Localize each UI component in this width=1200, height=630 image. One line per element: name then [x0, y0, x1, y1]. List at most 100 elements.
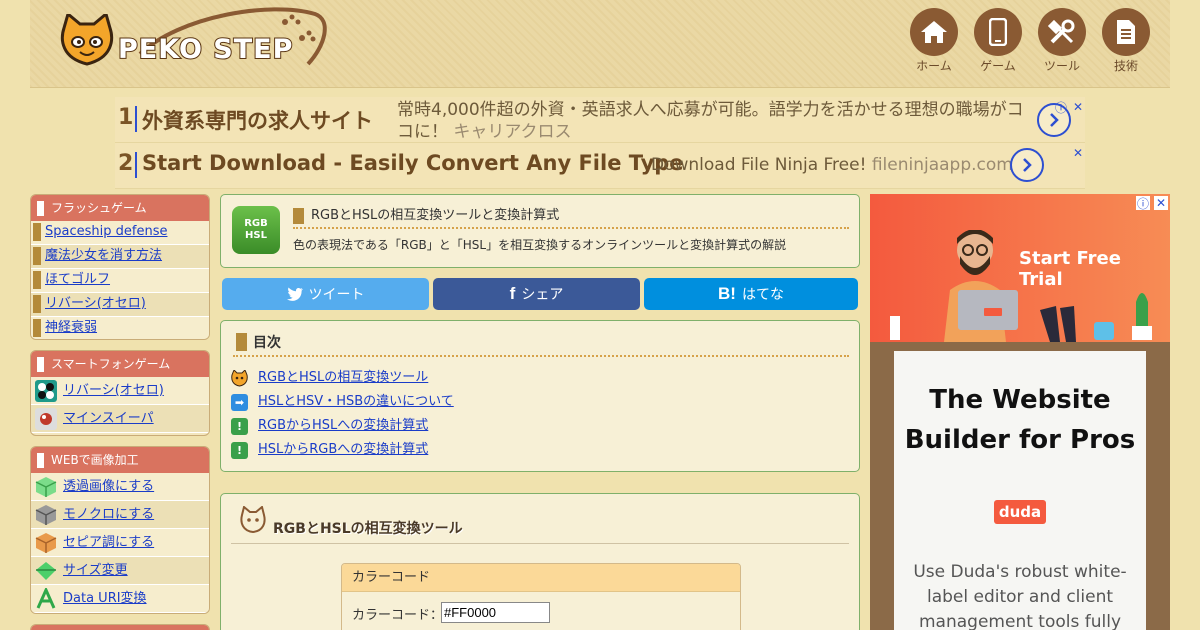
- main-nav: ホーム ゲーム ツール 技術: [910, 8, 1150, 74]
- color-code-input[interactable]: [441, 602, 550, 623]
- toc-title: 目次: [233, 331, 849, 357]
- sidebar-link[interactable]: サイズ変更: [63, 563, 128, 578]
- sidebar-link[interactable]: 神経衰弱: [45, 320, 97, 335]
- sepia-cube-icon: [35, 533, 57, 553]
- ad-divider: [135, 152, 137, 178]
- sidebar-link[interactable]: ほてゴルフ: [45, 272, 110, 287]
- sidebar-item[interactable]: マインスイーパ: [31, 405, 209, 433]
- ad-number: 1: [118, 105, 134, 130]
- ad-row-2[interactable]: 2 Start Download - Easily Convert Any Fi…: [115, 143, 1085, 189]
- hatena-icon: B!: [718, 284, 736, 303]
- ad-close-icon[interactable]: ✕: [1071, 100, 1085, 114]
- ad-number: 2: [118, 151, 134, 176]
- sidebar-item[interactable]: サイズ変更: [31, 557, 209, 585]
- toc-link[interactable]: RGBからHSLへの変換計算式: [258, 418, 428, 433]
- ad-info-icon[interactable]: ⓘ: [1054, 100, 1068, 115]
- color-box-title: カラーコード: [342, 564, 740, 592]
- sidebar-item[interactable]: Spaceship defense: [31, 221, 209, 245]
- ad-choices[interactable]: ⓘ ✕: [1054, 100, 1085, 115]
- toc-link[interactable]: HSLとHSV・HSBの違いについて: [258, 394, 454, 409]
- data-uri-icon: [36, 588, 56, 609]
- sidebar-item[interactable]: 神経衰弱: [31, 317, 209, 339]
- sidebar-link[interactable]: 魔法少女を消す方法: [45, 248, 162, 263]
- twitter-icon: [286, 287, 303, 301]
- section-heading: RGBとHSLの相互変換ツール: [231, 506, 849, 544]
- sidebar-flash-games: フラッシュゲーム Spaceship defense 魔法少女を消す方法 ほてゴ…: [30, 194, 210, 340]
- ad-domain: キャリアクロス: [453, 122, 572, 142]
- toc-item[interactable]: ! HSLからRGBへの変換計算式: [231, 440, 428, 462]
- sidebar-link[interactable]: Spaceship defense: [45, 224, 167, 239]
- sidebar-item[interactable]: リバーシ(オセロ): [31, 377, 209, 405]
- ad-row-1[interactable]: 1 外資系専門の求人サイト 常時4,000件超の外資・英語求人へ応募が可能。語学…: [115, 97, 1085, 143]
- sidebar-item[interactable]: ほてゴルフ: [31, 269, 209, 293]
- nav-label: ゲーム: [980, 59, 1016, 73]
- sidebar-item[interactable]: 魔法少女を消す方法: [31, 245, 209, 269]
- nav-home[interactable]: ホーム: [910, 8, 958, 74]
- toc-link[interactable]: HSLからRGBへの変換計算式: [258, 442, 428, 457]
- chevron-right-icon: [1023, 158, 1032, 172]
- nav-game[interactable]: ゲーム: [974, 8, 1022, 74]
- facebook-share-button[interactable]: f シェア: [433, 278, 640, 310]
- tweet-label: ツイート: [308, 287, 365, 303]
- ad-info-icon[interactable]: ⓘ: [1136, 196, 1150, 211]
- tweet-button[interactable]: ツイート: [222, 278, 429, 310]
- ad-choices[interactable]: ✕: [1071, 146, 1085, 160]
- nav-tools[interactable]: ツール: [1038, 8, 1086, 74]
- toc-item[interactable]: RGBとHSLの相互変換ツール: [231, 368, 428, 390]
- nav-label: ホーム: [916, 59, 952, 73]
- toc-item[interactable]: ➡ HSLとHSV・HSBの違いについて: [231, 392, 454, 414]
- ad-desc-text: Download File Ninja Free!: [651, 155, 867, 175]
- nav-label: 技術: [1113, 59, 1138, 73]
- sidebar-heading: WEBで画像加工: [31, 447, 209, 473]
- site-header: PEKO STEP ホーム ゲーム ツール 技術: [30, 0, 1170, 88]
- sidebar-item[interactable]: Data URI変換: [31, 585, 209, 613]
- color-code-box: カラーコード カラーコード：: [341, 563, 741, 630]
- sidebar-item[interactable]: セピア調にする: [31, 529, 209, 557]
- cat-logo-icon: [60, 14, 114, 66]
- sidebar-link[interactable]: リバーシ(オセロ): [63, 383, 164, 398]
- right-display-ad[interactable]: Start Free Trial The Website Builder for…: [870, 194, 1170, 630]
- reversi-icon: [35, 380, 57, 402]
- arrow-right-icon: ➡: [231, 394, 248, 411]
- nav-tech[interactable]: 技術: [1102, 8, 1150, 74]
- home-icon: [921, 21, 947, 43]
- sidebar-item[interactable]: 透過画像にする: [31, 473, 209, 501]
- tool-section: RGBとHSLの相互変換ツール カラーコード カラーコード：: [220, 493, 860, 630]
- sidebar-link[interactable]: マインスイーパ: [63, 411, 154, 426]
- hatena-bookmark-button[interactable]: B! はてな: [644, 278, 858, 310]
- smartphone-icon: [989, 18, 1007, 46]
- sidebar-item[interactable]: モノクロにする: [31, 501, 209, 529]
- site-logo[interactable]: PEKO STEP: [60, 6, 327, 78]
- cat-face-icon: [231, 370, 248, 387]
- ad-headline: The Website Builder for Pros: [904, 385, 1136, 455]
- resize-icon: [36, 562, 56, 580]
- sidebar-link[interactable]: セピア調にする: [63, 535, 154, 550]
- tools-icon: [1048, 19, 1075, 44]
- toc-item[interactable]: ! RGBからHSLへの変換計算式: [231, 416, 428, 438]
- ad-close-icon[interactable]: ✕: [1071, 146, 1085, 160]
- section-title: RGBとHSLの相互変換ツール: [273, 521, 463, 537]
- ad-title[interactable]: 外資系専門の求人サイト: [142, 105, 373, 135]
- exclamation-icon: !: [231, 418, 248, 435]
- rgb-hsl-tool-icon: RGB HSL: [232, 206, 280, 254]
- sidebar-link[interactable]: リバーシ(オセロ): [45, 296, 146, 311]
- sidebar-heading: フラッシュゲーム: [31, 195, 209, 221]
- ad-choices[interactable]: ⓘ ✕: [1136, 196, 1168, 211]
- sidebar-link[interactable]: モノクロにする: [63, 507, 154, 522]
- sidebar-link[interactable]: 透過画像にする: [63, 479, 154, 494]
- sidebar-link[interactable]: Data URI変換: [63, 591, 147, 606]
- ad-cta-text[interactable]: Start Free Trial: [1019, 248, 1170, 290]
- article-header: RGB HSL RGBとHSLの相互変換ツールと変換計算式 色の表現法である「R…: [220, 194, 860, 268]
- logo-text: PEKO STEP: [117, 33, 294, 66]
- toc-link[interactable]: RGBとHSLの相互変換ツール: [258, 370, 428, 385]
- ad-close-icon[interactable]: ✕: [1154, 196, 1168, 210]
- color-code-label: カラーコード：: [352, 608, 444, 623]
- ad-brand-logo: duda: [994, 500, 1046, 524]
- tool-icon-label: RGB HSL: [244, 218, 268, 241]
- ad-arrow-button[interactable]: [1010, 148, 1044, 182]
- sidebar-item[interactable]: リバーシ(オセロ): [31, 293, 209, 317]
- sidebar-heading: [31, 625, 209, 630]
- ad-title[interactable]: Start Download - Easily Convert Any File…: [142, 151, 684, 175]
- nav-label: ツール: [1043, 59, 1080, 73]
- ad-domain: fileninjaapp.com: [871, 155, 1013, 175]
